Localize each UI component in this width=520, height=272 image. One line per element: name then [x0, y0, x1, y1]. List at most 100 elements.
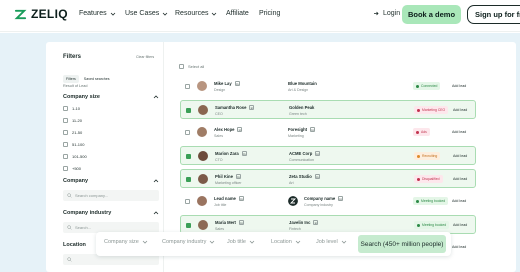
table-row[interactable]: Samantha Rose in CEO Golden Peak Green te…	[180, 100, 476, 119]
size-option-11-20[interactable]: 11-20	[63, 118, 82, 123]
dropdown-label: Company industry	[162, 239, 207, 245]
linkedin-icon[interactable]: in	[315, 151, 321, 156]
company-size-dropdown[interactable]: Company size	[104, 239, 148, 245]
company-title[interactable]: Company	[63, 178, 88, 184]
avatar	[197, 127, 207, 137]
row-checkbox[interactable]	[186, 177, 191, 182]
linkedin-icon[interactable]: in	[313, 220, 319, 225]
add-lead-button[interactable]: Add lead	[453, 177, 467, 181]
row-checkbox[interactable]	[186, 154, 191, 159]
nav-use-cases[interactable]: Use Cases	[125, 10, 168, 17]
status-text: Meeting booked	[422, 223, 447, 227]
checkbox[interactable]	[63, 106, 68, 111]
dropdown-label: Location	[271, 239, 292, 245]
status-text: Marketing CEO	[422, 108, 446, 112]
size-option-1-10[interactable]: 1-10	[63, 106, 80, 111]
checkbox[interactable]	[63, 154, 68, 159]
nav-affiliate[interactable]: Affiliate	[226, 10, 249, 17]
checkbox[interactable]	[63, 142, 68, 147]
checkbox[interactable]	[63, 118, 68, 123]
add-lead-button[interactable]: Add lead	[453, 108, 467, 112]
nav-resources[interactable]: Resources	[175, 10, 217, 17]
company-industry-title[interactable]: Company industry	[63, 210, 111, 216]
table-row[interactable]: Mike Lay in Design Blue Mountain Art & De…	[180, 77, 476, 96]
add-lead-button[interactable]: Add lead	[453, 223, 467, 227]
row-checkbox[interactable]	[186, 108, 191, 113]
company-name-text: Company name	[304, 196, 336, 201]
add-lead-button[interactable]: Add lead	[452, 130, 466, 134]
linkedin-icon[interactable]: in	[234, 81, 240, 86]
company-name-text: Blue Mountain	[288, 81, 317, 86]
dropdown-label: Job level	[316, 239, 338, 245]
lead-name-text: Maria Mert	[215, 220, 236, 225]
zeliq-logo[interactable]: ZELIQ	[14, 7, 68, 21]
nav-pricing[interactable]: Pricing	[259, 10, 280, 17]
linkedin-icon[interactable]: in	[235, 174, 241, 179]
chevron-down-icon	[249, 240, 255, 244]
lead-role: CEO	[215, 112, 223, 116]
linkedin-icon[interactable]: in	[314, 174, 320, 179]
location-dropdown[interactable]: Location	[271, 239, 301, 245]
chevron-up-icon[interactable]	[153, 178, 159, 184]
table-row[interactable]: Alex Hope in Sales Foresight in Marketing …	[180, 123, 476, 142]
tab-filters[interactable]: Filters	[63, 75, 79, 83]
login-link[interactable]: Login	[373, 10, 400, 17]
row-checkbox[interactable]	[185, 130, 190, 135]
add-lead-button[interactable]: Add lead	[452, 84, 466, 88]
company-industry: Green tech	[289, 112, 307, 116]
chevron-up-icon[interactable]	[153, 210, 159, 216]
lead-name: Mike Lay in	[214, 81, 240, 86]
add-lead-button[interactable]: Add lead	[452, 199, 466, 203]
size-option-51-100[interactable]: 51-100	[63, 142, 84, 147]
status-dot	[417, 154, 420, 158]
option-label: 51-100	[72, 142, 85, 147]
job-level-dropdown[interactable]: Job level	[316, 239, 347, 245]
nav-features[interactable]: Features	[79, 10, 116, 17]
size-option-101-500[interactable]: 101-500	[63, 154, 87, 159]
linkedin-icon[interactable]: in	[241, 151, 247, 156]
status-dot	[417, 223, 420, 227]
chevron-up-icon[interactable]	[153, 94, 159, 100]
checkbox[interactable]	[63, 166, 68, 171]
company-name-text: ACME Corp	[289, 151, 313, 156]
linkedin-icon[interactable]: in	[249, 105, 255, 110]
linkedin-icon[interactable]: in	[338, 196, 344, 201]
company-name-text: Golden Peak	[289, 105, 315, 110]
book-demo-button[interactable]: Book a demo	[402, 5, 461, 24]
linkedin-icon[interactable]: in	[237, 127, 243, 132]
lead-name: Samantha Rose in	[215, 105, 255, 110]
linkedin-icon[interactable]: in	[238, 196, 244, 201]
job-title-dropdown[interactable]: Job title	[227, 239, 255, 245]
table-row[interactable]: Lead name in Job title Company name in Com…	[180, 192, 476, 211]
company-name: Zeta Studio in	[289, 174, 320, 179]
add-lead-button[interactable]: Add lead	[453, 154, 467, 158]
table-row[interactable]: Marion Zara in CTO ACME Corp in Communicat…	[180, 146, 476, 165]
add-lead-button[interactable]: Add lead	[452, 245, 466, 249]
select-all[interactable]: Select all	[179, 64, 204, 69]
row-checkbox[interactable]	[185, 199, 190, 204]
row-checkbox[interactable]	[185, 84, 190, 89]
company-logo-icon	[288, 196, 298, 206]
select-all-checkbox[interactable]	[179, 64, 184, 69]
linkedin-icon[interactable]: in	[310, 127, 316, 132]
size-option-500-plus[interactable]: +500	[63, 166, 81, 171]
signup-button[interactable]: Sign up for free	[467, 5, 520, 24]
search-people-button[interactable]: Search (450+ million people)	[358, 235, 446, 253]
clear-filters-link[interactable]: Clear filters	[136, 55, 154, 59]
size-option-21-50[interactable]: 21-50	[63, 130, 82, 135]
company-size-title[interactable]: Company size	[63, 94, 100, 100]
table-row[interactable]: Phil Kine in Marketing officer Zeta Studi…	[180, 169, 476, 188]
tab-saved-searches[interactable]: Saved searches	[81, 75, 113, 83]
zeliq-logo-icon	[14, 9, 27, 19]
linkedin-icon[interactable]: in	[238, 220, 244, 225]
company-search-input[interactable]: Search company...	[63, 190, 159, 201]
row-checkbox[interactable]	[186, 223, 191, 228]
status-badge: Disqualified	[414, 175, 443, 183]
company-name: Golden Peak	[289, 105, 314, 110]
company-industry-dropdown[interactable]: Company industry	[162, 239, 215, 245]
status-badge: Recruiting	[414, 152, 441, 160]
avatar	[198, 151, 208, 161]
location-title[interactable]: Location	[63, 242, 86, 248]
checkbox[interactable]	[63, 130, 68, 135]
status-dot	[416, 199, 419, 203]
